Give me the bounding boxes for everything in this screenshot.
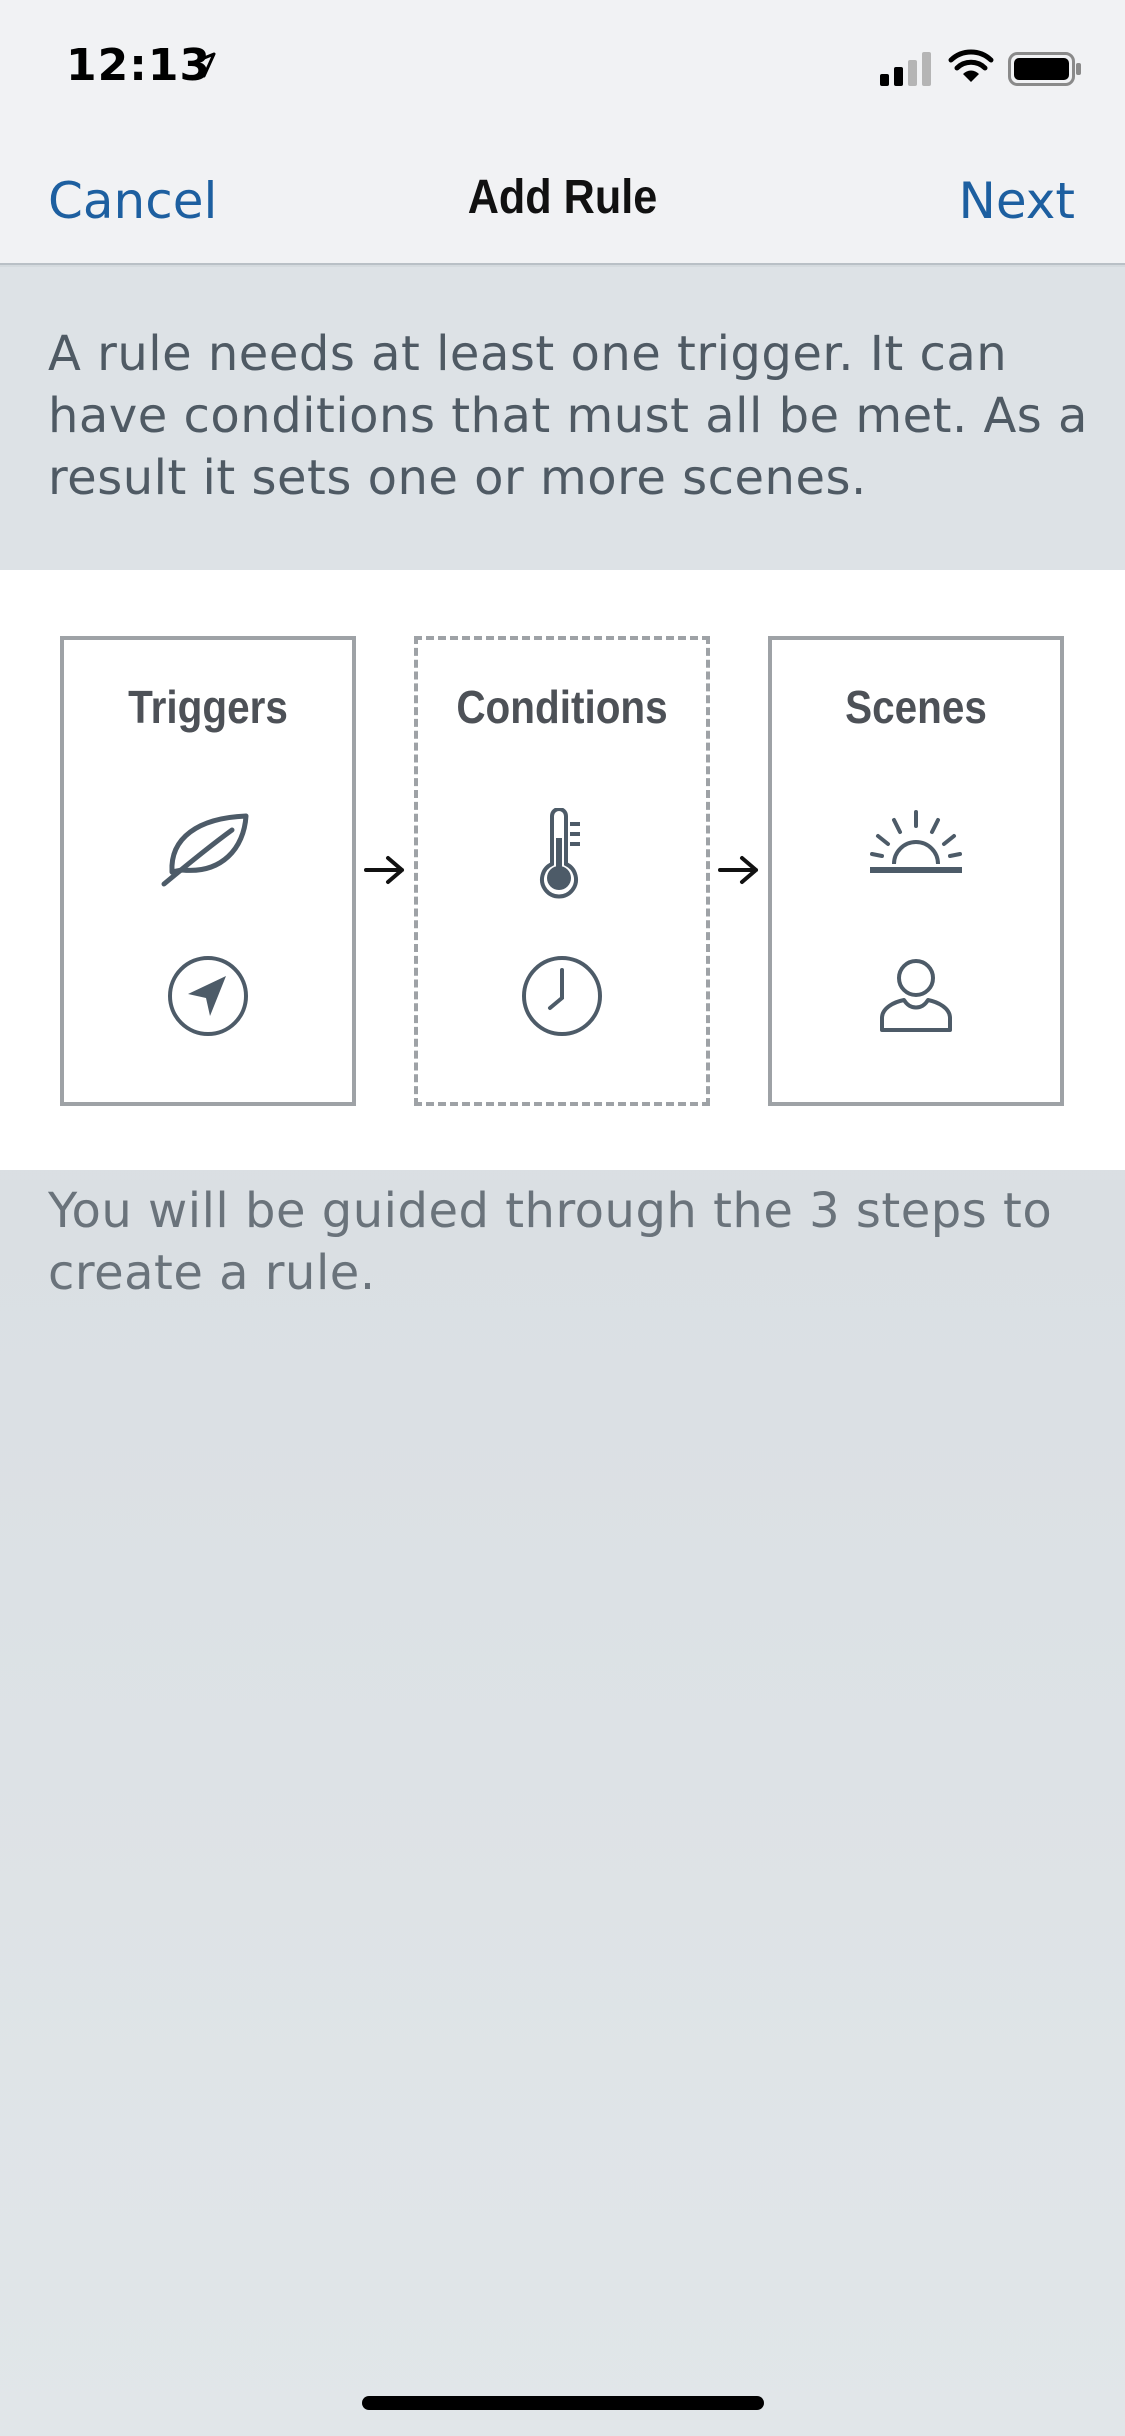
guide-text: You will be guided through the 3 steps t… (48, 1183, 1053, 1301)
conditions-title: Conditions (456, 681, 668, 733)
scenes-step: Scenes (768, 636, 1064, 1106)
sunrise-icon (870, 810, 962, 873)
cellular-signal-icon (880, 52, 931, 86)
location-arrow-icon (190, 52, 216, 78)
triggers-title: Triggers (128, 681, 288, 733)
triggers-step: Triggers (60, 636, 356, 1106)
intro-text: A rule needs at least one trigger. It ca… (48, 326, 1088, 506)
person-icon (880, 959, 952, 1032)
screen: 12:13 Add Rule Cancel Next A rule needs … (0, 0, 1125, 2436)
nav-bar: Add Rule Cancel Next (0, 150, 1125, 265)
intro-panel: A rule needs at least one trigger. It ca… (0, 267, 1125, 570)
leaf-icon (161, 813, 249, 887)
status-bar: 12:13 (0, 0, 1125, 150)
home-indicator[interactable] (362, 2396, 764, 2410)
arrow-right-icon (718, 856, 758, 884)
navigation-arrow-icon (168, 956, 248, 1036)
arrow-right-icon (364, 856, 404, 884)
conditions-step: Conditions (414, 636, 710, 1106)
thermometer-icon (540, 808, 580, 899)
scenes-title: Scenes (845, 681, 987, 733)
wifi-icon (948, 49, 994, 82)
cancel-button[interactable]: Cancel (48, 172, 217, 230)
rule-diagram: Triggers Conditions Scenes (0, 570, 1125, 1170)
battery-icon (1008, 52, 1081, 86)
next-button[interactable]: Next (959, 172, 1075, 230)
clock-icon (522, 956, 602, 1036)
